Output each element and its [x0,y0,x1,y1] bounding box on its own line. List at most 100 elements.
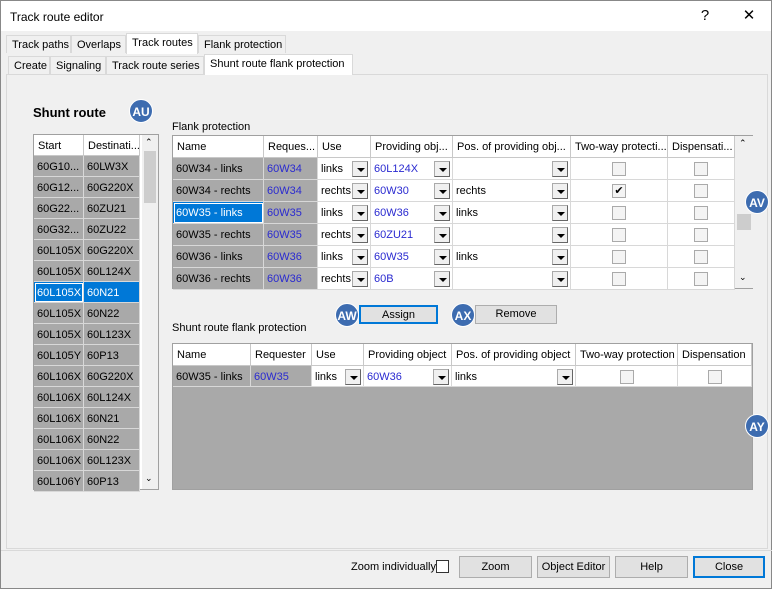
help-icon[interactable]: ? [690,5,720,27]
column-header[interactable]: Destinati... [84,135,140,156]
chevron-down-icon[interactable] [552,205,568,221]
tab-shunt-route-flank-protection[interactable]: Shunt route flank protection [204,54,353,75]
requester-cell[interactable]: 60W35 [264,224,318,246]
destination-cell[interactable]: 60N22 [84,303,140,324]
providing-object-cell[interactable]: 60B [371,268,453,290]
assign-button[interactable]: Assign [359,305,438,324]
start-cell[interactable]: 60L106X [34,450,84,471]
requester-cell[interactable]: 60W34 [264,180,318,202]
checkbox[interactable] [694,184,708,198]
destination-cell[interactable]: 60LW3X [84,156,140,177]
destination-cell[interactable]: 60N21 [84,282,140,303]
providing-object-cell[interactable]: 60W36 [364,366,452,387]
two-way-protection-cell[interactable] [571,202,668,224]
providing-object-cell[interactable]: 60W36 [371,202,453,224]
start-cell[interactable]: 60L106Y [34,471,84,492]
start-cell[interactable]: 60L105X [34,240,84,261]
start-cell[interactable]: 60L105Y [34,345,84,366]
position-cell[interactable]: rechts [453,180,571,202]
name-cell[interactable]: 60W34 - rechts [173,180,264,202]
checkbox[interactable] [694,272,708,286]
scroll-down-icon[interactable]: ⌄ [739,272,747,283]
column-header[interactable]: Use [318,136,371,158]
column-header[interactable]: Dispensation [678,344,752,366]
start-cell[interactable]: 60L105X [34,303,84,324]
dispensation-cell[interactable] [668,158,735,180]
use-cell[interactable]: rechts [318,224,371,246]
two-way-protection-cell[interactable] [571,224,668,246]
two-way-protection-cell[interactable]: ✔ [571,180,668,202]
start-cell[interactable]: 60L106X [34,387,84,408]
two-way-protection-cell[interactable] [576,366,678,387]
destination-cell[interactable]: 60ZU22 [84,219,140,240]
zoom-individually-checkbox[interactable] [436,560,449,573]
zoom-button[interactable]: Zoom [459,556,532,578]
chevron-down-icon[interactable] [433,369,449,385]
checkbox[interactable] [612,228,626,242]
help-button[interactable]: Help [615,556,688,578]
object-editor-button[interactable]: Object Editor [537,556,610,578]
scrollbar[interactable]: ⌃ ⌄ [142,135,158,489]
providing-object-cell[interactable]: 60L124X [371,158,453,180]
chevron-down-icon[interactable] [434,249,450,265]
chevron-down-icon[interactable] [352,271,368,287]
chevron-down-icon[interactable] [434,183,450,199]
remove-button[interactable]: Remove [475,305,557,324]
chevron-down-icon[interactable] [352,161,368,177]
checkbox[interactable] [694,250,708,264]
start-cell[interactable]: 60G22... [34,198,84,219]
start-cell[interactable]: 60L105X [34,282,84,303]
requester-cell[interactable]: 60W36 [264,268,318,290]
destination-cell[interactable]: 60L123X [84,324,140,345]
dispensation-cell[interactable] [668,180,735,202]
scrollbar-thumb[interactable] [737,214,751,230]
dispensation-cell[interactable] [678,366,752,387]
destination-cell[interactable]: 60N22 [84,429,140,450]
destination-cell[interactable]: 60L123X [84,450,140,471]
tab-create[interactable]: Create [8,56,50,74]
chevron-down-icon[interactable] [345,369,361,385]
chevron-down-icon[interactable] [352,205,368,221]
start-cell[interactable]: 60G32... [34,219,84,240]
column-header[interactable]: Name [173,136,264,158]
position-cell[interactable]: links [453,202,571,224]
requester-cell[interactable]: 60W35 [264,202,318,224]
start-cell[interactable]: 60G12... [34,177,84,198]
dispensation-cell[interactable] [668,268,735,290]
chevron-down-icon[interactable] [434,161,450,177]
start-cell[interactable]: 60L106X [34,366,84,387]
checkbox[interactable] [694,206,708,220]
column-header[interactable]: Reques... [264,136,318,158]
scroll-down-icon[interactable]: ⌄ [145,473,153,484]
providing-object-cell[interactable]: 60ZU21 [371,224,453,246]
tab-track-routes[interactable]: Track routes [126,33,198,54]
use-cell[interactable]: rechts [318,180,371,202]
destination-cell[interactable]: 60L124X [84,387,140,408]
position-cell[interactable] [453,268,571,290]
requester-cell[interactable]: 60W35 [251,366,312,387]
use-cell[interactable]: links [318,202,371,224]
chevron-down-icon[interactable] [352,183,368,199]
destination-cell[interactable]: 60G220X [84,366,140,387]
tab-overlaps[interactable]: Overlaps [71,35,126,53]
chevron-down-icon[interactable] [552,271,568,287]
use-cell[interactable]: links [318,246,371,268]
tab-flank-protection[interactable]: Flank protection [198,35,286,53]
checkbox[interactable] [612,206,626,220]
dispensation-cell[interactable] [668,246,735,268]
scrollbar-thumb[interactable] [144,151,156,203]
position-cell[interactable]: links [452,366,576,387]
column-header[interactable]: Use [312,344,364,366]
column-header[interactable]: Dispensati... [668,136,735,158]
column-header[interactable]: Start [34,135,84,156]
name-cell[interactable]: 60W35 - links [173,366,251,387]
close-icon[interactable]: ✕ [734,5,764,27]
two-way-protection-cell[interactable] [571,268,668,290]
checkbox[interactable] [707,370,722,384]
destination-cell[interactable]: 60P13 [84,345,140,366]
scroll-up-icon[interactable]: ⌃ [739,138,747,149]
requester-cell[interactable]: 60W34 [264,158,318,180]
column-header[interactable]: Pos. of providing obj... [453,136,571,158]
checkbox[interactable] [694,162,708,176]
dispensation-cell[interactable] [668,224,735,246]
